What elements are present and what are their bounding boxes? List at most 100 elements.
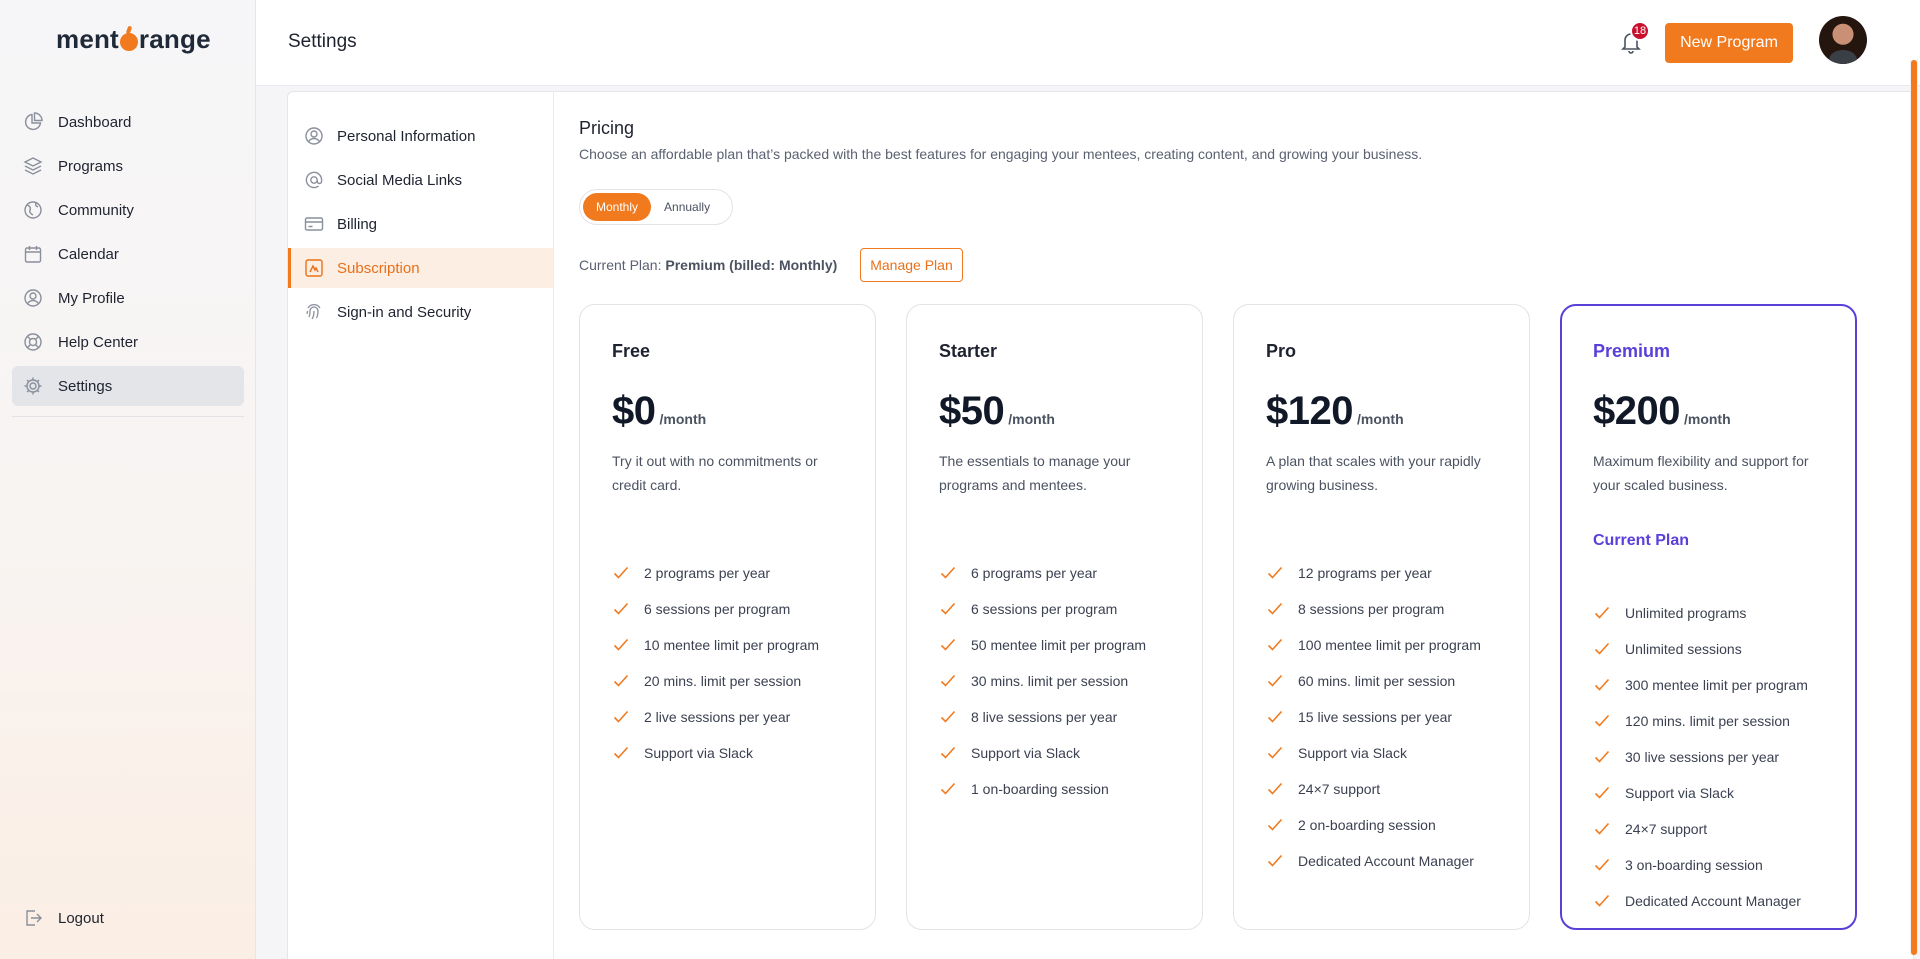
- check-icon: [1266, 564, 1284, 582]
- plan-feature-item: 6 sessions per program: [612, 591, 819, 627]
- check-icon: [612, 672, 630, 690]
- check-icon: [1266, 636, 1284, 654]
- plan-feature-label: 8 sessions per program: [1298, 601, 1445, 617]
- sidebar-item-help-center[interactable]: Help Center: [12, 322, 244, 362]
- plan-feature-label: 1 on-boarding session: [971, 781, 1109, 797]
- plan-price: $200 /month: [1593, 389, 1731, 434]
- plan-feature-item: Dedicated Account Manager: [1593, 883, 1808, 919]
- check-icon: [939, 564, 957, 582]
- plan-card-starter: Starter $50 /month The essentials to man…: [906, 304, 1203, 930]
- plan-feature-item: 120 mins. limit per session: [1593, 703, 1808, 739]
- page-title: Settings: [288, 31, 357, 52]
- check-icon: [1593, 604, 1611, 622]
- plan-feature-label: Support via Slack: [971, 745, 1080, 761]
- plan-feature-label: 6 programs per year: [971, 565, 1098, 581]
- plan-description: Try it out with no commitments or credit…: [612, 453, 818, 493]
- plan-card-premium[interactable]: Premium $200 /month Maximum flexibility …: [1560, 304, 1857, 930]
- settings-item-label: Subscription: [337, 259, 420, 277]
- user-circle-icon: [22, 287, 44, 309]
- plan-feature-item: 24×7 support: [1266, 771, 1481, 807]
- plan-card-free: Free $0 /month Try it out with no commit…: [579, 304, 876, 930]
- sidebar-item-label: My Profile: [58, 289, 125, 307]
- plan-feature-label: 8 live sessions per year: [971, 709, 1118, 725]
- sidebar-item-label: Settings: [58, 377, 113, 395]
- logo[interactable]: ment range: [56, 24, 211, 55]
- plan-description: A plan that scales with your rapidly gro…: [1266, 453, 1481, 493]
- plan-description: The essentials to manage your programs a…: [939, 453, 1131, 493]
- plan-feature-label: 24×7 support: [1625, 821, 1708, 837]
- logo-text-left: ment: [56, 24, 119, 54]
- plan-features: 6 programs per year 6 sessions per progra…: [939, 555, 1146, 807]
- plan-price: $120 /month: [1266, 389, 1404, 434]
- plan-feature-label: Dedicated Account Manager: [1625, 893, 1801, 909]
- current-plan-value: Premium (billed: Monthly): [665, 257, 838, 273]
- plan-feature-item: 6 programs per year: [939, 555, 1146, 591]
- credit-card-icon: [303, 213, 325, 235]
- sidebar-item-calendar[interactable]: Calendar: [12, 234, 244, 274]
- sidebar-item-settings[interactable]: Settings: [12, 366, 244, 406]
- plan-feature-item: 20 mins. limit per session: [612, 663, 819, 699]
- plan-feature-label: 2 on-boarding session: [1298, 817, 1436, 833]
- settings-item-subscription[interactable]: Subscription: [288, 248, 553, 288]
- check-icon: [612, 708, 630, 726]
- settings-item-sign-in-and-security[interactable]: Sign-in and Security: [288, 292, 553, 332]
- settings-item-label: Billing: [337, 215, 378, 233]
- plan-feature-item: Support via Slack: [612, 735, 819, 771]
- plan-feature-item: 8 live sessions per year: [939, 699, 1146, 735]
- sidebar-item-dashboard[interactable]: Dashboard: [12, 102, 244, 142]
- check-icon: [612, 744, 630, 762]
- plan-feature-item: 2 live sessions per year: [612, 699, 819, 735]
- logout-section: Logout: [12, 898, 244, 942]
- toggle-annually[interactable]: Annually: [651, 193, 723, 221]
- sidebar-item-programs[interactable]: Programs: [12, 146, 244, 186]
- plan-feature-item: Dedicated Account Manager: [1266, 843, 1481, 879]
- settings-item-personal-information[interactable]: Personal Information: [288, 116, 553, 156]
- sidebar-item-label: Calendar: [58, 245, 119, 263]
- lifebuoy-icon: [22, 331, 44, 353]
- check-icon: [939, 780, 957, 798]
- sidebar-item-label: Help Center: [58, 333, 139, 351]
- plan-feature-label: Support via Slack: [1625, 785, 1734, 801]
- plan-feature-item: 2 on-boarding session: [1266, 807, 1481, 843]
- plan-feature-item: 3 on-boarding session: [1593, 847, 1808, 883]
- plan-feature-label: 3 on-boarding session: [1625, 857, 1763, 873]
- manage-plan-button[interactable]: Manage Plan: [860, 248, 963, 282]
- plan-feature-label: 15 live sessions per year: [1298, 709, 1453, 725]
- settings-item-social-media-links[interactable]: Social Media Links: [288, 160, 553, 200]
- current-plan-text: Current Plan: Premium (billed: Monthly): [579, 257, 837, 273]
- plan-feature-item: 30 live sessions per year: [1593, 739, 1808, 775]
- plan-description: Maximum flexibility and support for your…: [1593, 453, 1809, 493]
- check-icon: [1593, 892, 1611, 910]
- pricing-subtitle: Choose an affordable plan that’s packed …: [579, 146, 1423, 162]
- settings-item-label: Social Media Links: [337, 171, 463, 189]
- check-icon: [939, 744, 957, 762]
- settings-item-billing[interactable]: Billing: [288, 204, 553, 244]
- check-icon: [939, 636, 957, 654]
- plan-feature-item: 60 mins. limit per session: [1266, 663, 1481, 699]
- plan-feature-label: 300 mentee limit per program: [1625, 677, 1808, 693]
- sidebar-item-community[interactable]: Community: [12, 190, 244, 230]
- plan-feature-item: 300 mentee limit per program: [1593, 667, 1808, 703]
- new-program-button[interactable]: New Program: [1665, 23, 1793, 63]
- toggle-monthly[interactable]: Monthly: [583, 193, 652, 221]
- at-sign-icon: [303, 169, 325, 191]
- check-icon: [1593, 676, 1611, 694]
- settings-item-label: Personal Information: [337, 127, 476, 145]
- scrollbar-thumb[interactable]: [1911, 60, 1917, 955]
- avatar[interactable]: [1819, 16, 1867, 64]
- globe-icon: [22, 199, 44, 221]
- plan-features: 2 programs per year 6 sessions per progra…: [612, 555, 819, 771]
- current-plan-tag: Current Plan: [1593, 532, 1690, 549]
- plan-feature-label: 30 live sessions per year: [1625, 749, 1780, 765]
- page-scrollbar[interactable]: [1910, 60, 1918, 955]
- plan-name: Starter: [939, 341, 998, 361]
- pie-chart-icon: [22, 111, 44, 133]
- sidebar-item-my-profile[interactable]: My Profile: [12, 278, 244, 318]
- pricing-content: Pricing Choose an affordable plan that’s…: [579, 92, 1913, 959]
- settings-panel: Personal Information Social Media Links …: [287, 91, 1914, 959]
- logout-button[interactable]: Logout: [12, 898, 244, 938]
- plan-feature-item: Support via Slack: [939, 735, 1146, 771]
- plan-feature-item: 6 sessions per program: [939, 591, 1146, 627]
- layers-icon: [22, 155, 44, 177]
- current-plan-label: Current Plan:: [579, 257, 662, 273]
